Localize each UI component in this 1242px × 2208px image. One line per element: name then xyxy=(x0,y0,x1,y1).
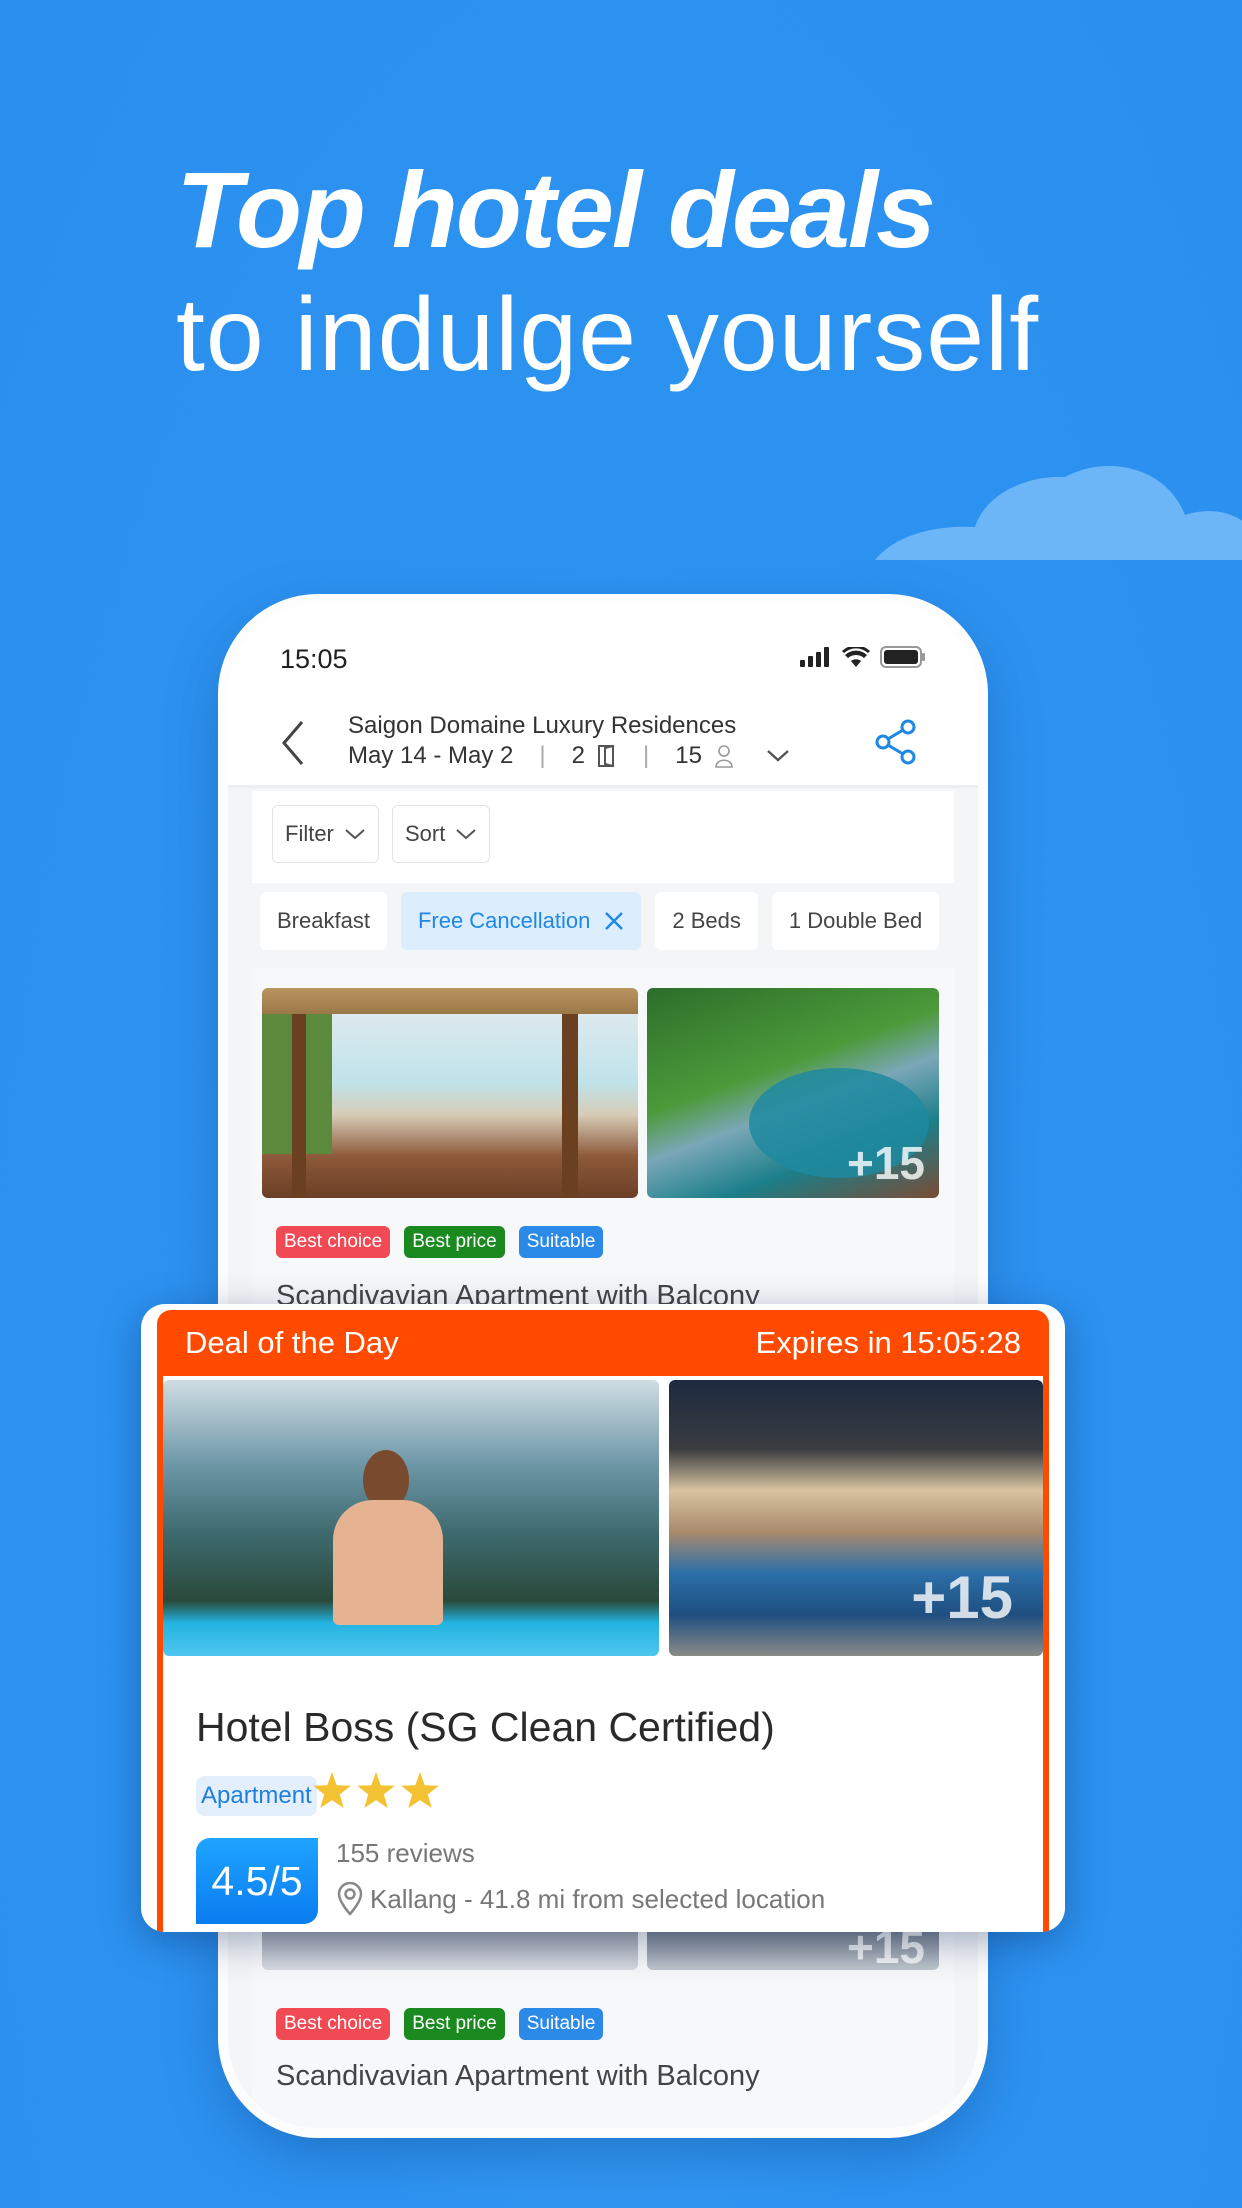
star-icon xyxy=(401,1772,439,1808)
hotel-name: Saigon Domaine Luxury Residences xyxy=(348,712,737,739)
chip-label: 2 Beds xyxy=(672,908,741,933)
star-icon xyxy=(357,1772,395,1808)
chevron-down-icon xyxy=(456,829,477,840)
chip-breakfast[interactable]: Breakfast xyxy=(260,892,387,950)
sort-label: Sort xyxy=(405,821,446,846)
location-text: Kallang - 41.8 mi from selected location xyxy=(370,1883,826,1914)
chip-label: Free Cancellation xyxy=(417,908,591,933)
tag-suitable: Suitable xyxy=(518,2008,604,2040)
deal-label: Deal of the Day xyxy=(185,1325,399,1360)
share-icon[interactable] xyxy=(874,718,918,766)
status-bar: 15:05 xyxy=(228,604,978,704)
listing-photo-1[interactable] xyxy=(262,988,638,1198)
filter-button[interactable]: Filter xyxy=(272,805,379,863)
headline-line-1: Top hotel deals xyxy=(176,149,936,270)
deal-hotel-name[interactable]: Hotel Boss (SG Clean Certified) xyxy=(196,1704,775,1751)
battery-icon xyxy=(880,646,925,668)
property-type-badge: Apartment xyxy=(196,1776,317,1816)
chip-2-beds[interactable]: 2 Beds xyxy=(655,892,758,950)
listing2-tags: Best choice Best price Suitable xyxy=(276,2008,604,2040)
deal-photo-2[interactable]: +15 xyxy=(669,1380,1043,1656)
location-info: Kallang - 41.8 mi from selected location xyxy=(336,1882,825,1916)
door-icon xyxy=(597,744,614,768)
deal-content: +15 Hotel Boss (SG Clean Certified) Apar… xyxy=(163,1376,1043,1932)
star-rating xyxy=(313,1772,439,1808)
date-range: May 14 - May 2 xyxy=(348,742,514,769)
chip-free-cancellation[interactable]: Free Cancellation xyxy=(400,892,642,950)
tag-best-choice: Best choice xyxy=(276,2008,391,2040)
chip-label: 1 Double Bed xyxy=(788,908,923,933)
listing-tags: Best choice Best price Suitable xyxy=(276,1226,604,1258)
location-pin-icon xyxy=(337,1882,363,1916)
chip-1-double-bed[interactable]: 1 Double Bed xyxy=(771,892,940,950)
room-count: 2 xyxy=(571,742,585,769)
tag-best-choice: Best choice xyxy=(276,1226,391,1258)
promo-headline: Top hotel deals to indulge yourself xyxy=(176,150,1039,400)
review-count[interactable]: 155 reviews xyxy=(336,1838,475,1869)
person-icon xyxy=(715,745,733,768)
wifi-icon xyxy=(842,647,870,667)
cloud-decoration xyxy=(875,466,1242,560)
divider: | xyxy=(642,742,650,769)
star-icon xyxy=(313,1772,351,1808)
tag-best-price: Best price xyxy=(404,1226,505,1258)
tag-suitable: Suitable xyxy=(518,1226,604,1258)
more-photos-count: +15 xyxy=(846,1137,925,1189)
deal-frame: Deal of the Day Expires in 15:05:28 +15 … xyxy=(157,1310,1049,1932)
filter-sort-bar: Filter Sort xyxy=(252,791,954,883)
chip-label: Breakfast xyxy=(277,908,370,933)
hotel-search-header: Saigon Domaine Luxury Residences May 14 … xyxy=(228,704,978,788)
deal-header: Deal of the Day Expires in 15:05:28 xyxy=(157,1310,1049,1376)
chevron-down-icon[interactable] xyxy=(766,749,790,763)
close-icon[interactable] xyxy=(604,911,624,931)
sort-button[interactable]: Sort xyxy=(392,805,491,863)
search-summary[interactable]: May 14 - May 2 | 2 | 15 xyxy=(348,742,790,770)
chevron-down-icon xyxy=(345,829,365,840)
rating-score-badge: 4.5/5 xyxy=(196,1838,318,1924)
signal-icon xyxy=(800,647,829,667)
guest-count: 15 xyxy=(675,742,702,769)
deal-photo-1[interactable] xyxy=(163,1380,659,1656)
listing-photo-2[interactable]: +15 xyxy=(647,988,939,1198)
tag-best-price: Best price xyxy=(404,2008,505,2040)
deal-of-the-day-card[interactable]: Deal of the Day Expires in 15:05:28 +15 … xyxy=(141,1304,1065,1932)
back-icon[interactable] xyxy=(278,718,306,768)
filter-label: Filter xyxy=(285,821,334,846)
listing2-title: Scandivavian Apartment with Balcony xyxy=(276,2060,760,2092)
headline-line-2: to indulge yourself xyxy=(176,277,1040,393)
status-time: 15:05 xyxy=(280,644,348,674)
quick-filter-chips: Breakfast Free Cancellation 2 Beds 1 Dou… xyxy=(260,892,940,950)
more-photos-count: +15 xyxy=(911,1564,1013,1631)
divider: | xyxy=(539,742,546,769)
deal-expiry: Expires in 15:05:28 xyxy=(755,1325,1021,1360)
